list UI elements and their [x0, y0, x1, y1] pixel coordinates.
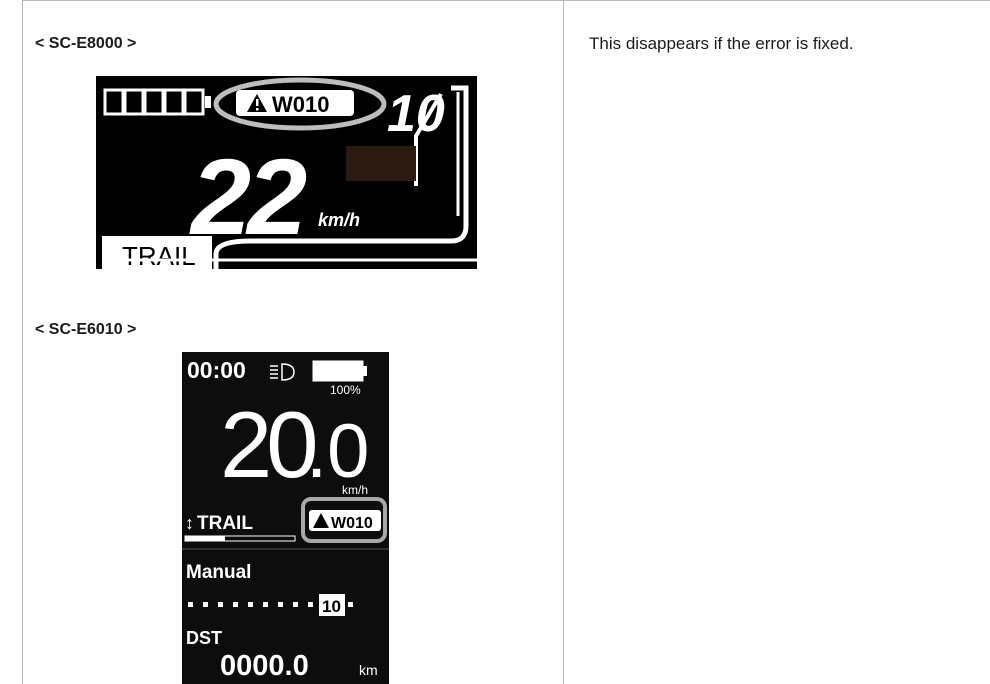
assist-bar-fill: [185, 536, 225, 541]
display-sc-e8000: W010 10 22 km/h TRAIL: [96, 76, 477, 269]
warning-code: W010: [331, 515, 373, 532]
shift-mode: Manual: [186, 562, 251, 583]
assist-mode: TRAIL: [122, 241, 196, 269]
speed-unit: km/h: [318, 210, 360, 230]
assist-mode: TRAIL: [197, 513, 253, 534]
distance-label: DST: [186, 628, 222, 648]
headlight-icon: [270, 363, 295, 381]
distance-unit: km: [359, 662, 378, 678]
model-label-sc-e6010: < SC-E6010 >: [35, 321, 137, 338]
gear-number: 10: [322, 597, 341, 616]
speed-decimal: .0: [306, 409, 369, 494]
model-label-sc-e8000: < SC-E8000 >: [35, 35, 137, 52]
left-cell: < SC-E8000 > W010 10 22 km/h TRAIL < SC-…: [22, 1, 563, 684]
clock-time: 00:00: [187, 357, 246, 383]
distance-value: 0000.0: [220, 650, 309, 682]
speed-integer: 20: [220, 392, 315, 497]
battery-percent: 100%: [330, 383, 361, 397]
mode-arrows-icon: ↕: [185, 513, 194, 533]
warning-code: W010: [272, 92, 329, 117]
display-sc-e6010: 00:00 100% 20 .0 km/h ↕ TRAIL W010 Manua…: [182, 352, 389, 684]
instruction-table: < SC-E8000 > W010 10 22 km/h TRAIL < SC-…: [22, 0, 990, 684]
battery-segments: [103, 88, 205, 116]
description-text: This disappears if the error is fixed.: [589, 34, 854, 53]
speed-unit: km/h: [342, 483, 368, 497]
right-cell: This disappears if the error is fixed.: [564, 1, 990, 684]
battery-icon: [312, 360, 364, 382]
